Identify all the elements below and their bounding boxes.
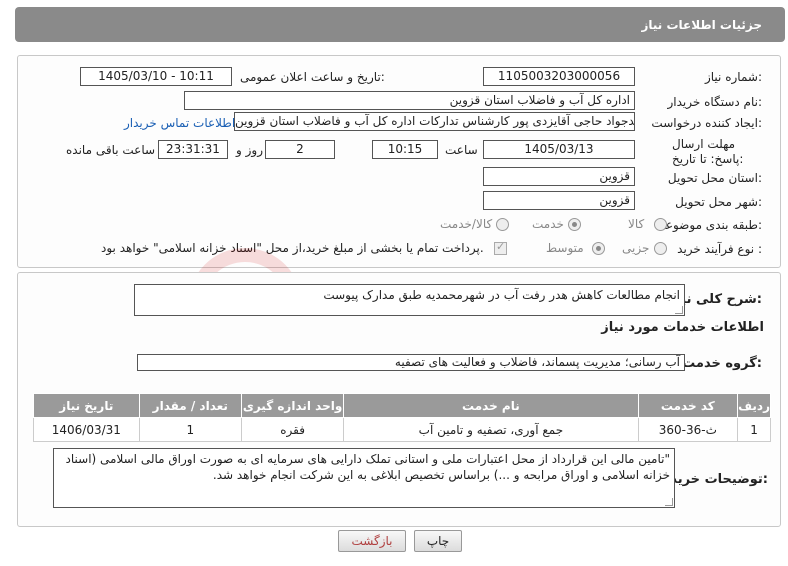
city-label: شهر محل تحویل: [675, 195, 762, 209]
services-table: ردیف کد خدمت نام خدمت واحد اندازه گیری ت… [33, 393, 771, 442]
category-radio-goods-service[interactable] [496, 218, 509, 231]
category-option-service: خدمت [532, 217, 564, 231]
service-group-label: گروه خدمت: [682, 356, 762, 371]
deadline-label: مهلت ارسال پاسخ: تا تاریخ: [672, 137, 744, 166]
buyer-notes-text: "تامین مالی این قرارداد از محل اعتبارات … [65, 452, 670, 482]
announce-field[interactable]: 1405/03/10 - 10:11 [80, 67, 232, 86]
deadline-time-field[interactable]: 10:15 [372, 140, 438, 159]
city-field[interactable]: قزوین [483, 191, 635, 210]
category-option-goods: کالا [628, 217, 645, 231]
buyer-notes-textarea[interactable]: "تامین مالی این قرارداد از محل اعتبارات … [53, 448, 675, 508]
col-service-name: نام خدمت [343, 393, 639, 418]
need-number-field[interactable]: 1105003203000056 [483, 67, 635, 86]
cell-row: 1 [737, 417, 771, 442]
creator-field[interactable]: محمدجواد حاجی آقایزدی پور کارشناس تدارکا… [234, 112, 635, 131]
time-label: ساعت [445, 143, 478, 157]
category-option-goods-service: کالا/خدمت [440, 217, 493, 231]
cell-service-code: ث-36-360 [637, 417, 739, 442]
need-number-label: شماره نیاز: [704, 70, 762, 84]
process-radio-medium[interactable] [592, 242, 605, 255]
col-need-date: تاریخ نیاز [33, 393, 140, 418]
col-quantity: تعداد / مقدار [138, 393, 242, 418]
process-option-medium: متوسط [546, 241, 584, 255]
days-field[interactable]: 2 [265, 140, 335, 159]
category-label: طبقه بندی موضوعی: [655, 218, 762, 232]
days-label: روز و [236, 143, 263, 157]
remaining-label: ساعت باقی مانده [66, 143, 156, 157]
resize-handle[interactable] [665, 498, 673, 506]
treasury-payment-checkbox[interactable] [494, 240, 507, 255]
remaining-time-field[interactable]: 23:31:31 [158, 140, 228, 159]
table-row: 1 ث-36-360 جمع آوری، تصفیه و تامین آب فق… [33, 417, 771, 442]
process-label: نوع فرآیند خرید : [677, 242, 762, 256]
description-textarea[interactable]: انجام مطالعات کاهش هدر رفت آب در شهرمحمد… [134, 284, 685, 316]
deadline-date-field[interactable]: 1405/03/13 [483, 140, 635, 159]
cell-unit: فقره [240, 417, 345, 442]
creator-label: ایجاد کننده درخواست: [651, 116, 762, 130]
services-section-title: اطلاعات خدمات مورد نیاز [601, 320, 764, 335]
col-row: ردیف [737, 393, 771, 418]
category-radio-service[interactable] [568, 218, 581, 231]
cell-quantity: 1 [138, 417, 242, 442]
buyer-org-field[interactable]: اداره کل آب و فاضلاب استان قزوین [184, 91, 635, 110]
process-option-minor: جزیی [622, 241, 650, 255]
print-button[interactable]: چاپ [414, 530, 462, 552]
need-info-panel [17, 55, 781, 268]
payment-note: پرداخت تمام یا بخشی از مبلغ خرید،از محل … [101, 241, 484, 255]
resize-handle[interactable] [675, 306, 683, 314]
service-group-field[interactable]: آب رسانی؛ مدیریت پسماند، فاضلاب و فعالیت… [137, 354, 685, 371]
process-radio-minor[interactable] [654, 242, 667, 255]
col-service-code: کد خدمت [637, 393, 739, 418]
province-label: استان محل تحویل: [667, 171, 762, 185]
cell-service-name: جمع آوری، تصفیه و تامین آب [343, 417, 639, 442]
back-button[interactable]: بازگشت [338, 530, 406, 552]
page-title: جزئیات اطلاعات نیاز [641, 18, 762, 32]
cell-need-date: 1406/03/31 [33, 417, 140, 442]
description-text: انجام مطالعات کاهش هدر رفت آب در شهرمحمد… [323, 288, 680, 302]
col-unit: واحد اندازه گیری [240, 393, 345, 418]
contact-info-link[interactable]: اطلاعات تماس خریدار [124, 116, 235, 130]
buyer-org-label: نام دستگاه خریدار: [667, 95, 763, 109]
province-field[interactable]: قزوین [483, 167, 635, 186]
category-radio-goods[interactable] [654, 218, 667, 231]
announce-label: تاریخ و ساعت اعلان عمومی: [240, 70, 385, 84]
